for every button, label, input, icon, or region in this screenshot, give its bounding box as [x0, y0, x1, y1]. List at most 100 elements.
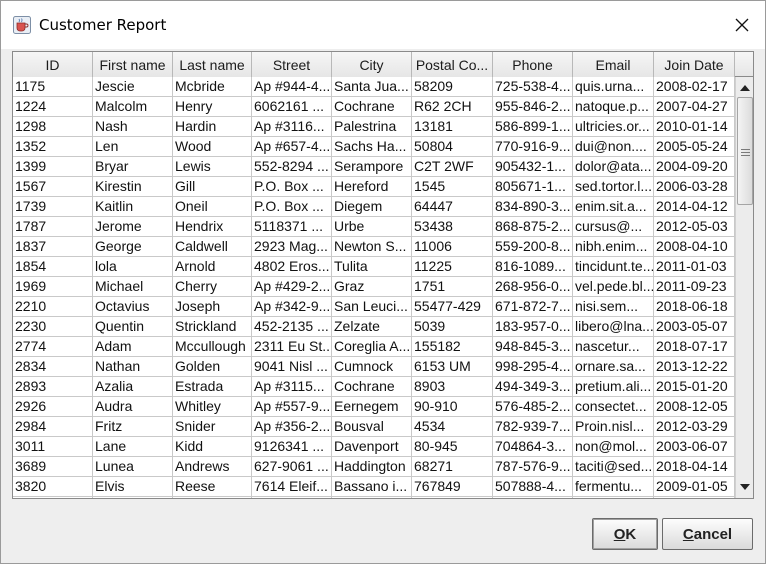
cell-id[interactable]: 1837	[13, 237, 93, 257]
column-header-last-name[interactable]: Last name	[173, 52, 252, 77]
cell-join-date[interactable]: 2012-03-29	[654, 417, 735, 437]
cell-street[interactable]: Ap #944-4...	[252, 77, 332, 97]
cell-email[interactable]: Proin.nisl...	[573, 417, 654, 437]
cell-phone[interactable]: 725-538-4...	[493, 77, 573, 97]
column-header-city[interactable]: City	[332, 52, 412, 77]
cell-city[interactable]: Serampore	[332, 157, 412, 177]
cell-postal-code[interactable]: 90-910	[412, 397, 493, 417]
cell-join-date[interactable]: 2011-09-23	[654, 277, 735, 297]
cell-email[interactable]: quis.urna...	[573, 77, 654, 97]
cell-join-date[interactable]: 2003-06-07	[654, 437, 735, 457]
cell-first-name[interactable]: Michael	[93, 277, 173, 297]
cell-city[interactable]: Bassano i...	[332, 477, 412, 497]
cell-postal-code[interactable]: 13181	[412, 117, 493, 137]
column-header-first-name[interactable]: First name	[93, 52, 173, 77]
cell-id[interactable]: 2926	[13, 397, 93, 417]
column-header-join-date[interactable]: Join Date	[654, 52, 735, 77]
cell-phone[interactable]: 494-349-3...	[493, 377, 573, 397]
cell-email[interactable]: nisi.Cum...	[573, 497, 654, 498]
cell-city[interactable]: Graz	[332, 277, 412, 297]
cell-city[interactable]: Sachs Ha...	[332, 137, 412, 157]
cell-id[interactable]: 1224	[13, 97, 93, 117]
cell-last-name[interactable]: Gentry	[173, 497, 252, 498]
cell-join-date[interactable]: 2008-04-10	[654, 237, 735, 257]
customer-table[interactable]: ID First name Last name Street City Postal Co…	[12, 51, 754, 499]
cell-join-date[interactable]: 2004-09-20	[654, 157, 735, 177]
cell-first-name[interactable]: George	[93, 237, 173, 257]
cell-email[interactable]: nibh.enim...	[573, 237, 654, 257]
cell-email[interactable]: non@mol...	[573, 437, 654, 457]
cell-postal-code[interactable]: 1545	[412, 177, 493, 197]
cell-email[interactable]: dolor@ata...	[573, 157, 654, 177]
cell-street[interactable]: Ap #557-9...	[252, 397, 332, 417]
cell-join-date[interactable]: 2008-12-05	[654, 397, 735, 417]
cell-street[interactable]: P.O. Box ...	[252, 197, 332, 217]
cell-phone[interactable]: 905432-1...	[493, 157, 573, 177]
cell-phone[interactable]: 834-890-3...	[493, 197, 573, 217]
cell-id[interactable]: 1787	[13, 217, 93, 237]
cell-postal-code[interactable]: 7772	[412, 497, 493, 498]
cell-email[interactable]: nisi.sem...	[573, 297, 654, 317]
cell-first-name[interactable]: Len	[93, 137, 173, 157]
cell-email[interactable]: sed.tortor.l...	[573, 177, 654, 197]
cell-street[interactable]: Ap #3115...	[252, 377, 332, 397]
cell-postal-code[interactable]: 50804	[412, 137, 493, 157]
cell-join-date[interactable]: 2005-05-24	[654, 137, 735, 157]
table-row[interactable]: 3837NeroGentry9336 N. E...Beerse7772313-…	[13, 497, 735, 498]
cell-id[interactable]: 2230	[13, 317, 93, 337]
cell-join-date[interactable]: 2010-01-14	[654, 117, 735, 137]
cell-city[interactable]: Palestrina	[332, 117, 412, 137]
cell-postal-code[interactable]: 53438	[412, 217, 493, 237]
cell-join-date[interactable]: 2018-04-14	[654, 457, 735, 477]
scroll-up-button[interactable]	[737, 79, 753, 96]
cell-street[interactable]: 9336 N. E...	[252, 497, 332, 498]
cell-street[interactable]: Ap #342-9...	[252, 297, 332, 317]
cell-city[interactable]: Bousval	[332, 417, 412, 437]
cell-postal-code[interactable]: C2T 2WF	[412, 157, 493, 177]
cancel-button[interactable]: Cancel	[662, 518, 753, 550]
column-header-street[interactable]: Street	[252, 52, 332, 77]
cell-street[interactable]: 7614 Eleif...	[252, 477, 332, 497]
cell-phone[interactable]: 770-916-9...	[493, 137, 573, 157]
cell-city[interactable]: San Leuci...	[332, 297, 412, 317]
cell-id[interactable]: 1399	[13, 157, 93, 177]
cell-last-name[interactable]: Strickland	[173, 317, 252, 337]
cell-city[interactable]: Urbe	[332, 217, 412, 237]
cell-first-name[interactable]: Elvis	[93, 477, 173, 497]
cell-last-name[interactable]: Wood	[173, 137, 252, 157]
cell-street[interactable]: 2923 Mag...	[252, 237, 332, 257]
cell-street[interactable]: 9041 Nisl ...	[252, 357, 332, 377]
cell-postal-code[interactable]: 767849	[412, 477, 493, 497]
cell-phone[interactable]: 868-875-2...	[493, 217, 573, 237]
cell-city[interactable]: Haddington	[332, 457, 412, 477]
cell-join-date[interactable]: 2018-07-17	[654, 337, 735, 357]
table-row[interactable]: 1175 Jescie Mcbride Ap #944-4... Santa Jua..…	[13, 77, 735, 97]
cell-email[interactable]: natoque.p...	[573, 97, 654, 117]
cell-phone[interactable]: 998-295-4...	[493, 357, 573, 377]
cell-last-name[interactable]: Hendrix	[173, 217, 252, 237]
cell-last-name[interactable]: Arnold	[173, 257, 252, 277]
cell-city[interactable]: Beerse	[332, 497, 412, 498]
cell-join-date[interactable]: 2011-01-03	[654, 257, 735, 277]
cell-city[interactable]: Tulita	[332, 257, 412, 277]
cell-id[interactable]: 2834	[13, 357, 93, 377]
cell-last-name[interactable]: Caldwell	[173, 237, 252, 257]
cell-first-name[interactable]: Jescie	[93, 77, 173, 97]
cell-first-name[interactable]: Kirestin	[93, 177, 173, 197]
scrollbar-thumb[interactable]	[737, 97, 753, 205]
vertical-scrollbar[interactable]	[735, 77, 753, 498]
cell-last-name[interactable]: Andrews	[173, 457, 252, 477]
cell-join-date[interactable]: 2018-06-18	[654, 297, 735, 317]
cell-first-name[interactable]: Nero	[93, 497, 173, 498]
cell-join-date[interactable]: 2015-01-20	[654, 377, 735, 397]
cell-postal-code[interactable]: 5039	[412, 317, 493, 337]
cell-phone[interactable]: 507888-4...	[493, 477, 573, 497]
cell-street[interactable]: 552-8294 ...	[252, 157, 332, 177]
cell-postal-code[interactable]: 11225	[412, 257, 493, 277]
table-row[interactable]: 1854 lola Arnold 4802 Eros... Tulita 11225 816…	[13, 257, 735, 277]
cell-id[interactable]: 1352	[13, 137, 93, 157]
cell-first-name[interactable]: Nathan	[93, 357, 173, 377]
cell-last-name[interactable]: Snider	[173, 417, 252, 437]
cell-city[interactable]: Diegem	[332, 197, 412, 217]
cell-city[interactable]: Zelzate	[332, 317, 412, 337]
